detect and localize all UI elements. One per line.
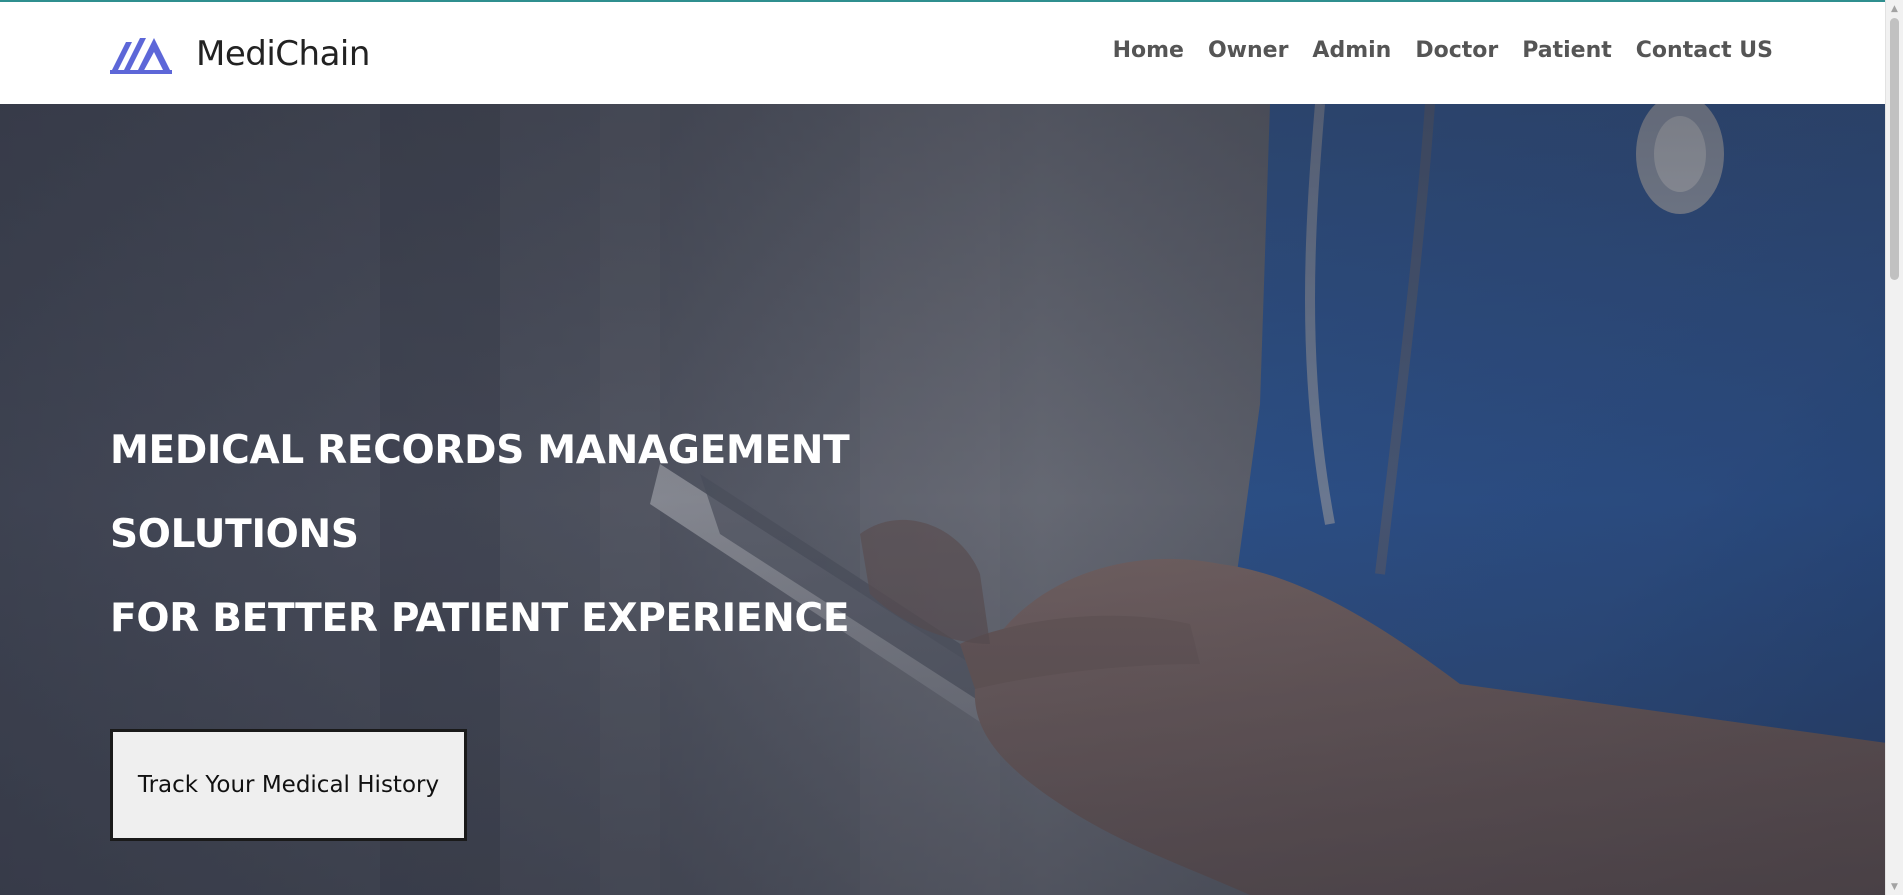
scroll-up-arrow-icon[interactable]: ▲: [1886, 0, 1903, 17]
brand-name: MediChain: [196, 34, 370, 74]
nav-owner-link[interactable]: Owner: [1208, 38, 1288, 63]
nav-patient-link[interactable]: Patient: [1522, 38, 1612, 63]
main-nav: Home Owner Admin Doctor Patient Contact …: [1113, 38, 1773, 63]
scrollbar-thumb[interactable]: [1890, 18, 1899, 280]
nav-contact-link[interactable]: Contact US: [1636, 38, 1773, 63]
nav-doctor-link[interactable]: Doctor: [1415, 38, 1498, 63]
vertical-scrollbar[interactable]: ▲ ▼: [1885, 0, 1903, 895]
hero-line-2: SOLUTIONS: [110, 512, 359, 557]
mountain-peaks-logo-icon: [110, 38, 172, 74]
hero-line-1: MEDICAL RECORDS MANAGEMENT: [110, 428, 850, 473]
scroll-down-arrow-icon[interactable]: ▼: [1886, 878, 1903, 895]
hero-heading: MEDICAL RECORDS MANAGEMENT SOLUTIONS FOR…: [110, 409, 850, 661]
hero-section: MEDICAL RECORDS MANAGEMENT SOLUTIONS FOR…: [0, 104, 1894, 895]
nav-home-link[interactable]: Home: [1113, 38, 1184, 63]
hero-line-3: FOR BETTER PATIENT EXPERIENCE: [110, 596, 850, 641]
nav-admin-link[interactable]: Admin: [1312, 38, 1391, 63]
page: MediChain Home Owner Admin Doctor Patien…: [0, 0, 1903, 895]
navbar: MediChain Home Owner Admin Doctor Patien…: [0, 2, 1885, 104]
track-medical-history-button[interactable]: Track Your Medical History: [110, 729, 467, 841]
brand[interactable]: MediChain: [110, 30, 370, 78]
